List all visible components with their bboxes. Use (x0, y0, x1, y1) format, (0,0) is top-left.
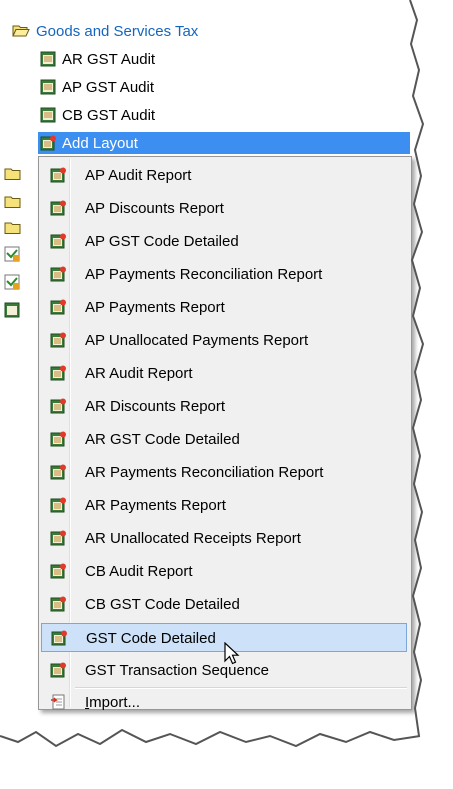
layout-icon (50, 299, 66, 319)
torn-edge-bottom (0, 720, 453, 784)
layout-icon (50, 398, 66, 418)
menu-item-ap-audit-report[interactable]: AP Audit Report (41, 161, 407, 190)
menu-item-ar-unallocated-receipts-report[interactable]: AR Unallocated Receipts Report (41, 524, 407, 553)
menu-item-label: CB Audit Report (85, 563, 193, 580)
menu-separator (75, 687, 407, 689)
layout-icon (50, 596, 66, 616)
menu-item-ar-payments-reconciliation-report[interactable]: AR Payments Reconciliation Report (41, 458, 407, 487)
menu-item-label: AR Discounts Report (85, 398, 226, 415)
menu-item-label: AR Unallocated Receipts Report (85, 530, 301, 547)
menu-item-cb-audit-report[interactable]: CB Audit Report (41, 557, 407, 586)
tree-item-label: CB GST Audit (62, 106, 156, 124)
tree-group-label: Goods and Services Tax (36, 22, 199, 40)
menu-item-label: AR GST Code Detailed (85, 431, 240, 448)
layout-icon (50, 332, 66, 352)
tree-item-cb-gst-audit[interactable]: CB GST Audit (40, 104, 155, 126)
menu-item-label: AP Payments Report (85, 299, 225, 316)
layout-icon (50, 563, 66, 583)
mouse-cursor-icon (224, 641, 240, 671)
menu-item-cb-gst-code-detailed[interactable]: CB GST Code Detailed (41, 590, 407, 619)
menu-item-label: AP Payments Reconciliation Report (85, 266, 323, 283)
menu-item-label: AR Payments Reconciliation Report (85, 464, 324, 481)
menu-item-ap-payments-reconciliation-report[interactable]: AP Payments Reconciliation Report (41, 260, 407, 289)
menu-item-ap-gst-code-detailed[interactable]: AP GST Code Detailed (41, 227, 407, 256)
add-layout-icon (40, 135, 56, 151)
menu-item-ar-gst-code-detailed[interactable]: AR GST Code Detailed (41, 425, 407, 454)
tree-item-ap-gst-audit[interactable]: AP GST Audit (40, 76, 154, 98)
layout-icon (50, 431, 66, 451)
layout-icon (51, 630, 67, 650)
menu-item-label: Import... (85, 694, 141, 711)
menu-item-label: GST Code Detailed (86, 630, 216, 647)
layout-icon (50, 530, 66, 550)
layout-icon (50, 200, 66, 220)
torn-edge-right (405, 0, 453, 784)
tree-item-add-layout[interactable]: Add Layout (38, 132, 410, 154)
menu-item-label: GST Transaction Sequence (85, 662, 269, 679)
folder-open-icon (12, 24, 30, 38)
layout-icon (50, 167, 66, 187)
menu-item-ap-payments-report[interactable]: AP Payments Report (41, 293, 407, 322)
import-icon (50, 694, 66, 714)
tree-item-ar-gst-audit[interactable]: AR GST Audit (40, 48, 155, 70)
layout-tree: Goods and Services Tax AR GST Audit AP G… (0, 0, 430, 784)
menu-item-ap-unallocated-payments-report[interactable]: AP Unallocated Payments Report (41, 326, 407, 355)
menu-item-import[interactable]: Import... (41, 691, 407, 713)
menu-item-label: AP Audit Report (85, 167, 192, 184)
menu-item-label: AP GST Code Detailed (85, 233, 239, 250)
add-layout-menu: AP Audit Report AP Discounts Report AP G… (38, 156, 412, 713)
menu-item-label: AP Discounts Report (85, 200, 224, 217)
report-icon (40, 79, 56, 95)
layout-icon (50, 464, 66, 484)
menu-item-ar-payments-report[interactable]: AR Payments Report (41, 491, 407, 520)
hidden-tree-icons (4, 161, 22, 346)
report-icon (40, 107, 56, 123)
layout-icon (50, 497, 66, 517)
report-icon (40, 51, 56, 67)
tree-item-label: AR GST Audit (62, 50, 156, 68)
menu-item-label: AR Payments Report (85, 497, 226, 514)
tree-item-label: AP GST Audit (62, 78, 154, 96)
menu-item-label: CB GST Code Detailed (85, 596, 240, 613)
layout-icon (50, 233, 66, 253)
layout-icon (50, 662, 66, 682)
tree-item-label: Add Layout (62, 134, 138, 152)
layout-icon (50, 266, 66, 286)
menu-item-ap-discounts-report[interactable]: AP Discounts Report (41, 194, 407, 223)
menu-item-label: AR Audit Report (85, 365, 193, 382)
menu-item-ar-audit-report[interactable]: AR Audit Report (41, 359, 407, 388)
menu-item-label: AP Unallocated Payments Report (85, 332, 309, 349)
tree-group-gst[interactable]: Goods and Services Tax (12, 20, 198, 42)
menu-item-ar-discounts-report[interactable]: AR Discounts Report (41, 392, 407, 421)
layout-icon (50, 365, 66, 385)
